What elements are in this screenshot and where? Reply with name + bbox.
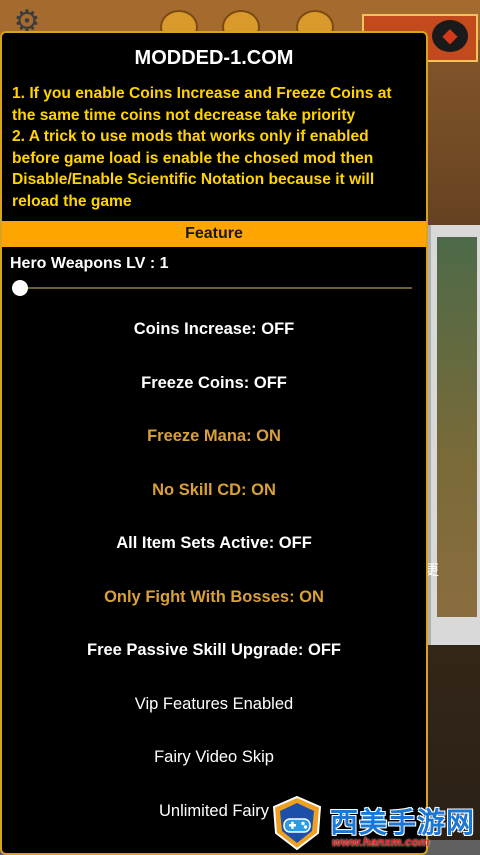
note-1: 1. If you enable Coins Increase and Free… (12, 85, 392, 124)
menu-notes: 1. If you enable Coins Increase and Free… (2, 83, 426, 212)
game-side-panel (428, 225, 480, 645)
toggle-all-item-sets-active[interactable]: All Item Sets Active: OFF (2, 517, 426, 571)
mod-menu-panel: MODDED-1.COM 1. If you enable Coins Incr… (0, 31, 428, 855)
menu-title[interactable]: MODDED-1.COM (2, 33, 426, 83)
game-side-scene (437, 237, 477, 617)
toggle-free-passive-skill-upgrade[interactable]: Free Passive Skill Upgrade: OFF (2, 624, 426, 678)
button-vip-features-enabled[interactable]: Vip Features Enabled (2, 678, 426, 732)
slider-thumb[interactable] (12, 280, 28, 296)
note-2: 2. A trick to use mods that works only i… (12, 128, 375, 210)
slider-track[interactable] (18, 287, 412, 289)
button-fairy-video-skip[interactable]: Fairy Video Skip (2, 731, 426, 785)
toggle-no-skill-cd[interactable]: No Skill CD: ON (2, 464, 426, 518)
site-watermark: 西美手游网 www.hanxm.com (270, 795, 480, 855)
gamepad-shield-icon (272, 795, 322, 851)
cat-face-icon[interactable]: ◆ (432, 20, 468, 52)
toggle-freeze-coins[interactable]: Freeze Coins: OFF (2, 357, 426, 411)
hero-weapons-slider[interactable] (12, 273, 412, 303)
hero-weapons-slider-label: Hero Weapons LV : 1 (10, 255, 169, 272)
feature-toggle-list: Coins Increase: OFF Freeze Coins: OFF Fr… (2, 303, 426, 838)
feature-section-header: Feature (2, 221, 426, 247)
toggle-coins-increase[interactable]: Coins Increase: OFF (2, 303, 426, 357)
toggle-only-fight-with-bosses[interactable]: Only Fight With Bosses: ON (2, 571, 426, 625)
toggle-freeze-mana[interactable]: Freeze Mana: ON (2, 410, 426, 464)
game-screen: ⚙ ◆ 更 MODDED-1.COM 1. If you enable Coin… (0, 0, 480, 855)
watermark-url: www.hanxm.com (332, 835, 430, 849)
